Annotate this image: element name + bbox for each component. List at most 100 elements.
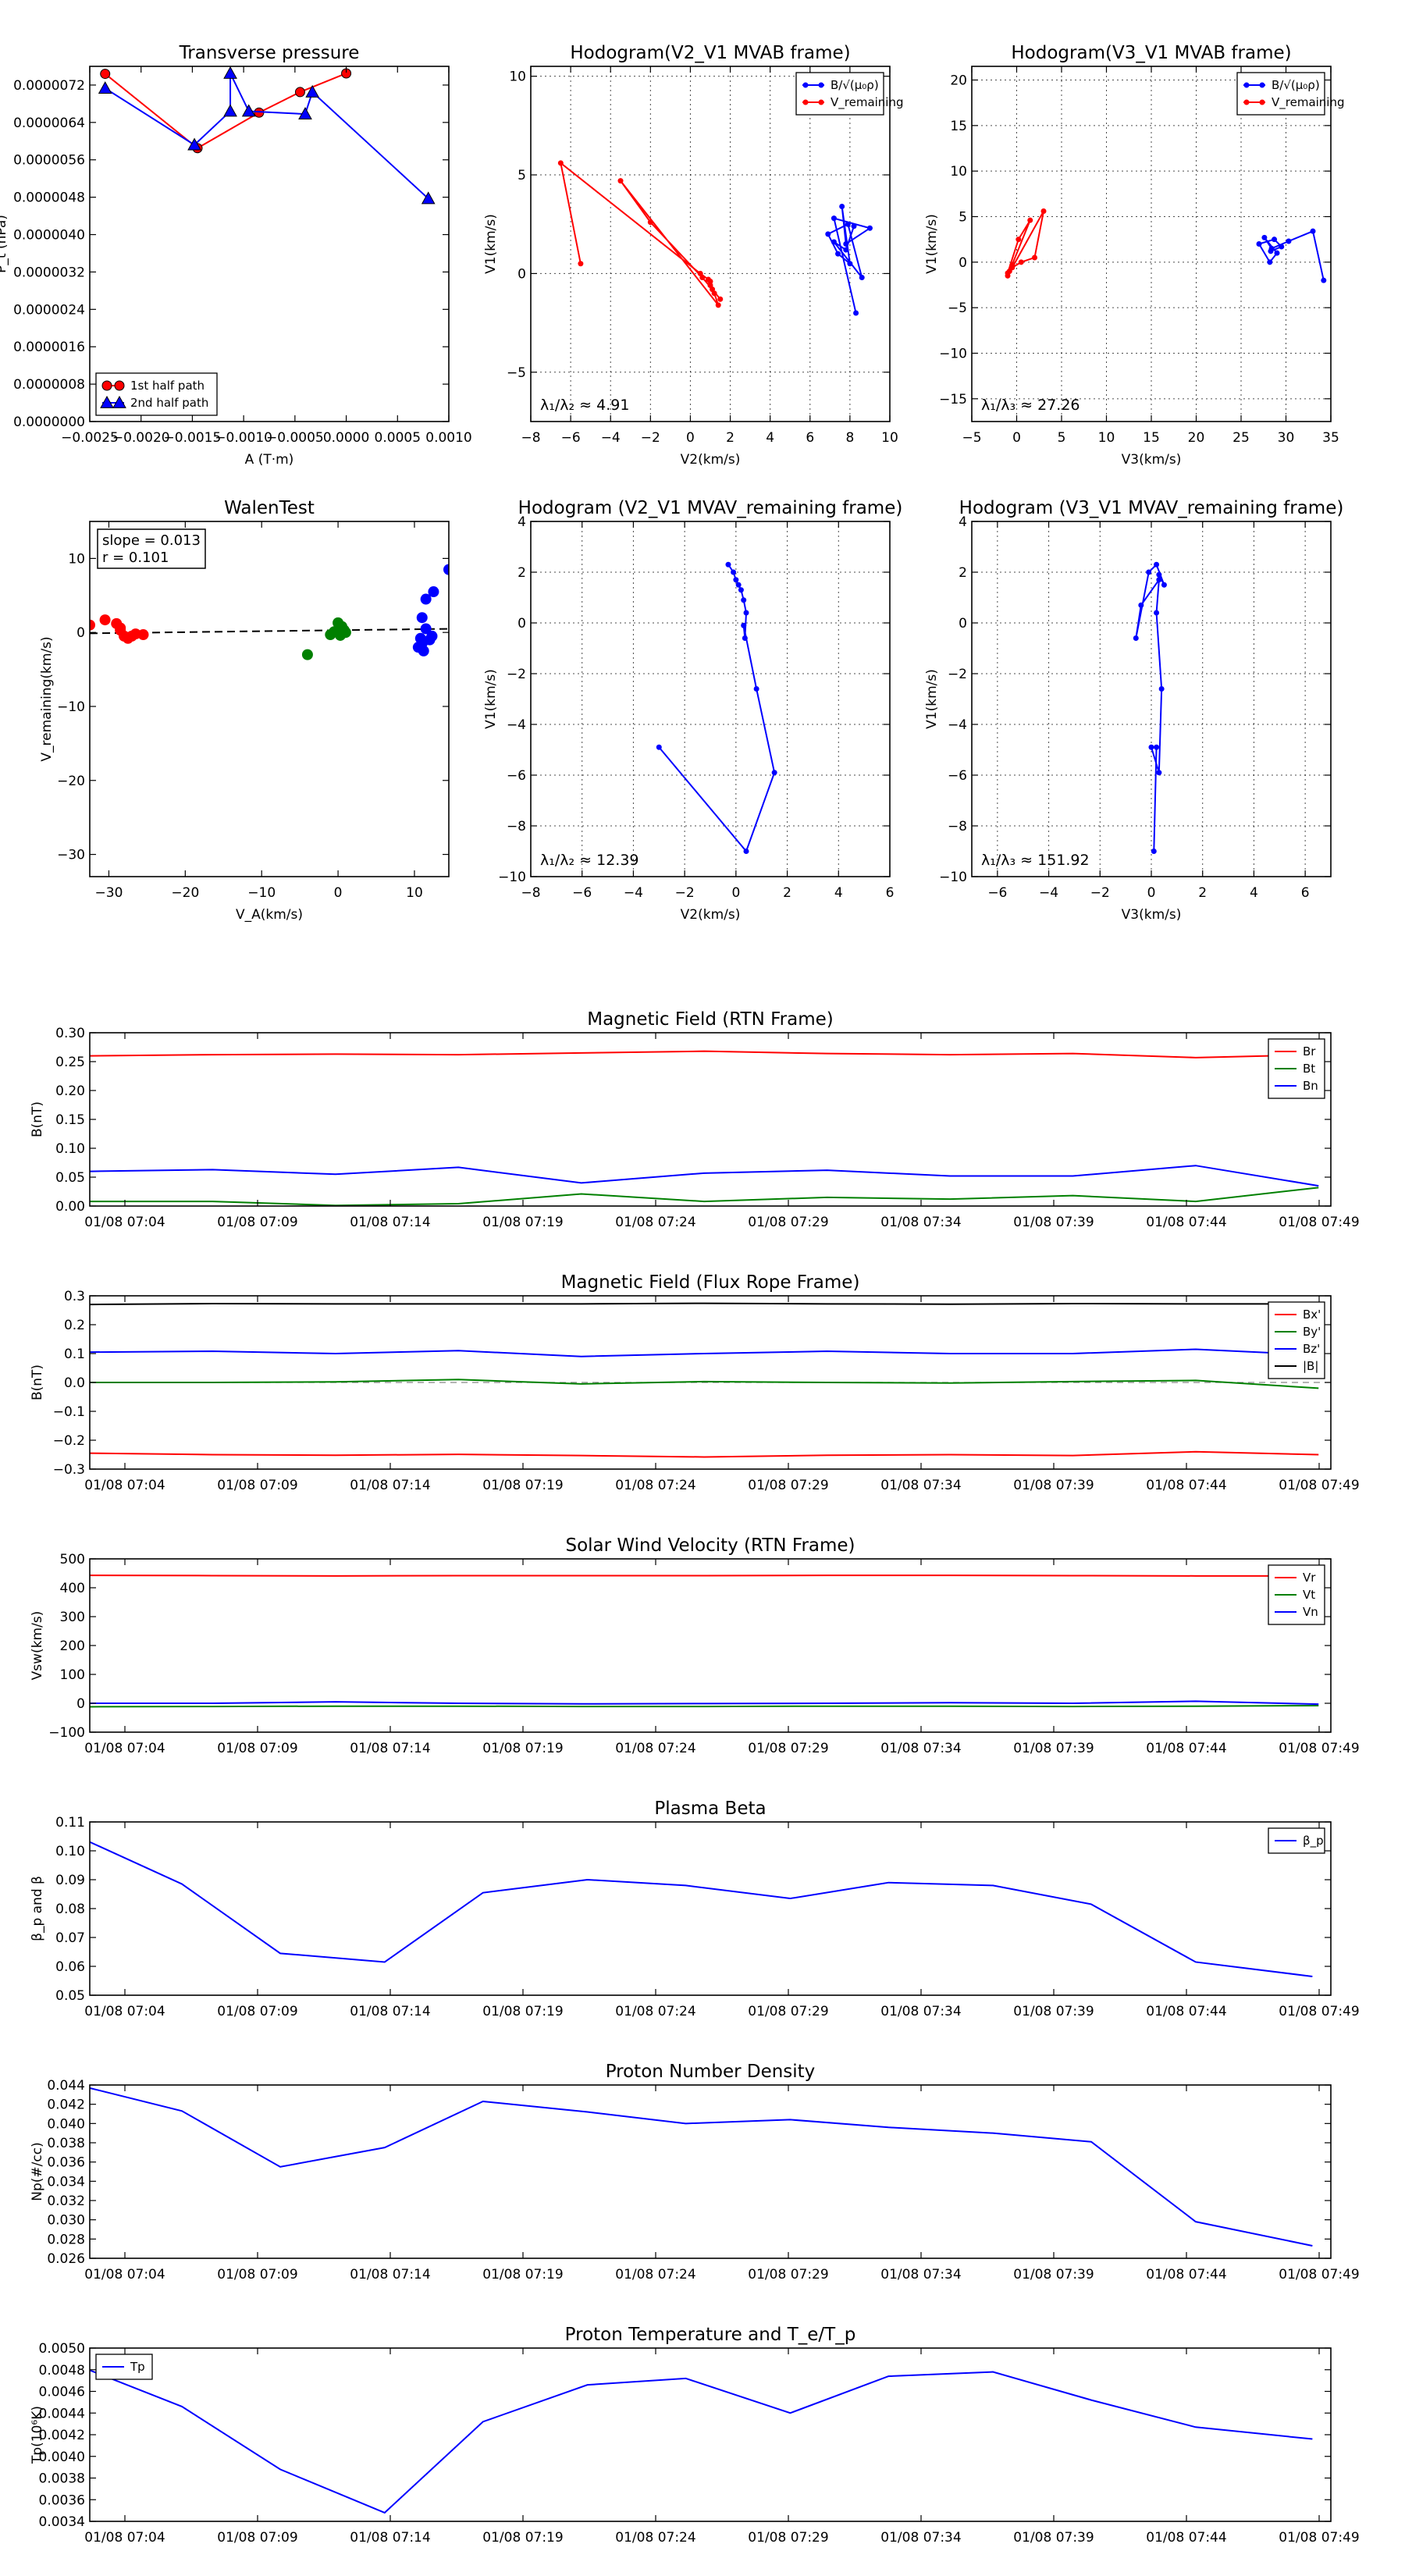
y-axis-label: V1(km/s) — [483, 214, 499, 274]
y-tick-label: 0.042 — [47, 2097, 85, 2113]
data-point — [1161, 582, 1167, 588]
data-point — [1151, 849, 1157, 854]
legend-marker — [1243, 99, 1250, 105]
y-tick-label: 100 — [60, 1667, 85, 1683]
y-tick-label: 0 — [959, 616, 967, 632]
x-tick-label: 01/08 07:39 — [1013, 2004, 1094, 2019]
data-point — [710, 286, 716, 293]
data-point — [1154, 561, 1160, 568]
data-point — [1154, 610, 1160, 616]
x-tick-label: 01/08 07:24 — [615, 1741, 695, 1756]
y-tick-label: 0.0 — [64, 1375, 85, 1391]
data-point — [771, 770, 777, 776]
y-tick-label: 0.040 — [47, 2116, 85, 2132]
series-line — [90, 1379, 1319, 1389]
x-tick-label: 10 — [1098, 430, 1115, 446]
y-tick-label: 200 — [60, 1638, 85, 1654]
x-tick-label: 01/08 07:29 — [748, 1215, 828, 1230]
legend-label: β_p — [1303, 1834, 1324, 1848]
x-tick-label: −0.0005 — [266, 430, 324, 446]
data-point — [418, 645, 429, 656]
axes-frame — [89, 521, 450, 877]
legend: Tp — [95, 2354, 153, 2380]
y-tick-label: 0.3 — [64, 1289, 85, 1304]
y-axis: 0.0000000 0.0000008 0.0000016 0.0000024 0.00… — [13, 78, 449, 430]
y-axis-label: B(nT) — [30, 1101, 45, 1137]
legend: B/√(μ₀ρ) V_remaining — [1236, 72, 1345, 116]
x-tick-label: 01/08 07:19 — [482, 2530, 563, 2546]
y-tick-label: 0.044 — [47, 2078, 85, 2094]
y-tick-label: 0.0000040 — [13, 228, 85, 244]
y-tick-label: 0 — [959, 255, 967, 271]
series-b- — [825, 203, 873, 316]
legend: 1st half path 2nd half path — [95, 372, 218, 416]
legend-marker — [802, 82, 809, 88]
x-tick-label: −6 — [572, 885, 592, 901]
data-point — [1154, 744, 1160, 750]
x-tick-label: 01/08 07:39 — [1013, 2267, 1094, 2282]
x-tick-label: 01/08 07:19 — [482, 1741, 563, 1756]
series-group — [1133, 561, 1167, 854]
data-point — [223, 104, 237, 117]
series-v-remaining — [557, 160, 724, 308]
y-axis-label: V1(km/s) — [924, 669, 940, 729]
series-line — [90, 1348, 1319, 1357]
series-group — [98, 66, 436, 205]
y-tick-label: −2 — [948, 667, 967, 682]
series-line — [90, 1187, 1319, 1206]
legend-label: Vt — [1303, 1588, 1315, 1602]
x-tick-label: −2 — [1090, 885, 1110, 901]
fit-annotation: slope = 0.013r = 0.101 — [97, 528, 206, 569]
series-line — [559, 161, 721, 306]
y-tick-label: 0.10 — [55, 1141, 85, 1157]
y-tick-label: 0.0000032 — [13, 265, 85, 280]
data-point — [835, 251, 841, 257]
x-tick-label: 01/08 07:34 — [880, 2004, 961, 2019]
series-tp — [90, 2369, 1313, 2514]
x-tick-label: 01/08 07:29 — [748, 1478, 828, 1493]
x-tick-label: 01/08 07:49 — [1279, 2267, 1359, 2282]
ratio-annotation: λ₁/λ₂ ≈ 12.39 — [540, 852, 639, 869]
data-point — [715, 302, 721, 308]
x-axis: 01/08 07:04 01/08 07:09 01/08 07:14 01/08 0… — [84, 2085, 1360, 2282]
x-tick-label: −30 — [95, 885, 123, 901]
y-tick-label: −30 — [57, 848, 85, 863]
series-line — [90, 2369, 1313, 2514]
y-tick-label: 0.07 — [55, 1930, 85, 1946]
data-point — [1133, 635, 1139, 641]
legend-label: Vn — [1303, 1605, 1318, 1619]
y-tick-label: 15 — [950, 119, 967, 134]
series-0 — [656, 561, 777, 854]
series-line — [90, 1700, 1319, 1706]
x-tick-label: 4 — [766, 430, 774, 446]
y-tick-label: 0.0038 — [39, 2471, 85, 2487]
y-tick-label: 0.026 — [47, 2251, 85, 2267]
y-axis-label: B(nT) — [30, 1364, 45, 1400]
series-v-remaining — [1005, 208, 1047, 279]
y-tick-label: −10 — [57, 699, 85, 715]
x-tick-label: −6 — [987, 885, 1007, 901]
legend-marker — [1243, 82, 1250, 88]
y-tick-label: −15 — [939, 392, 967, 407]
x-tick-label: −4 — [1039, 885, 1058, 901]
y-tick-label: 0.09 — [55, 1873, 85, 1888]
x-tick-label: −0.0020 — [112, 430, 170, 446]
x-tick-label: 01/08 07:09 — [217, 2004, 297, 2019]
series-bz- — [90, 1348, 1319, 1357]
series-group — [90, 1574, 1319, 1708]
x-tick-label: −6 — [561, 430, 581, 446]
x-tick-label: 01/08 07:44 — [1146, 1478, 1226, 1493]
data-point — [137, 629, 149, 641]
y-tick-label: 0.0048 — [39, 2363, 85, 2379]
data-point — [1272, 237, 1278, 243]
x-tick-label: 01/08 07:34 — [880, 1741, 961, 1756]
data-point — [847, 261, 853, 267]
series-group — [90, 2087, 1313, 2247]
x-tick-label: 01/08 07:09 — [217, 2530, 297, 2546]
data-point — [426, 630, 438, 642]
series-vn — [90, 1700, 1319, 1706]
legend-label: Br — [1303, 1044, 1316, 1059]
axes-frame — [89, 66, 450, 422]
x-tick-label: 01/08 07:49 — [1279, 1478, 1359, 1493]
y-tick-label: 0.0000000 — [13, 415, 85, 430]
